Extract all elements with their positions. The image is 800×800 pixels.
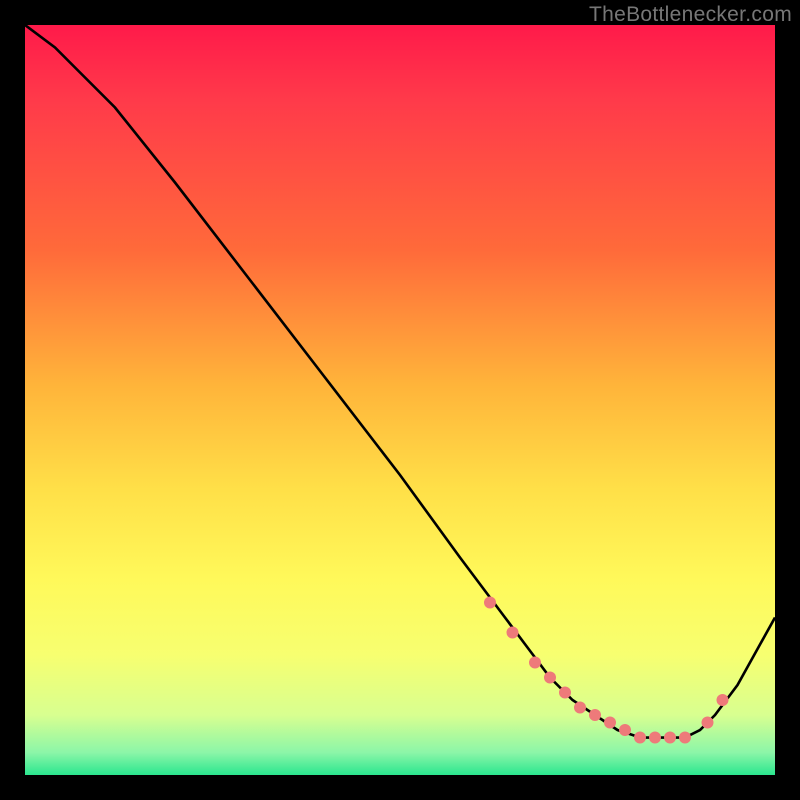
chart-stage: TheBottlenecker.com	[0, 0, 800, 800]
watermark-text: TheBottlenecker.com	[589, 3, 792, 27]
chart-plot-area	[25, 25, 775, 775]
chart-background-gradient	[25, 25, 775, 775]
